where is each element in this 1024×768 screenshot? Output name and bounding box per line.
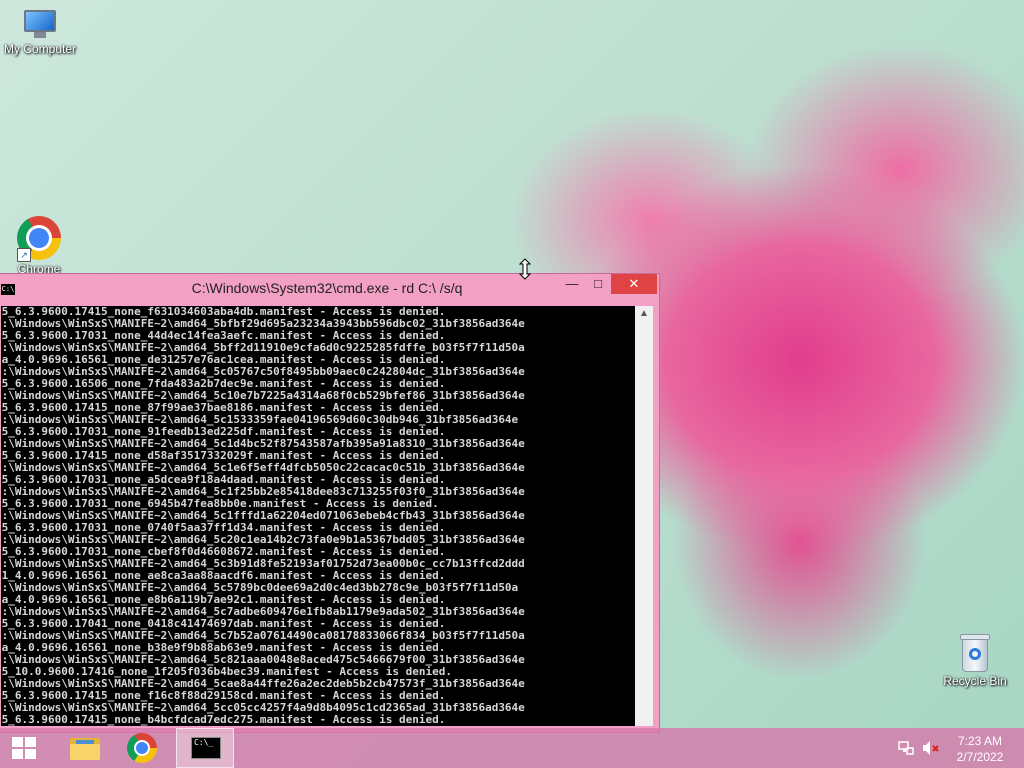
taskbar: C:\_ [0,728,1024,768]
cmd-icon: C:\_ [191,737,221,759]
chrome-icon [127,733,157,763]
close-button[interactable]: ✕ [611,274,657,294]
recycle-bin-icon [960,632,990,672]
volume-muted-icon[interactable] [922,740,940,756]
console-line: 95_6.3.9600.17415_none_b4bcfdcad7edc275.… [1,713,446,726]
vertical-scrollbar[interactable]: ▲ [635,306,653,726]
desktop-icon-recycle-bin[interactable]: Recycle Bin [935,632,1015,688]
resize-cursor-icon [518,258,532,280]
desktop-icon-my-computer[interactable]: My Computer [0,10,80,56]
start-button[interactable] [0,728,48,768]
shortcut-arrow-icon: ↗ [17,248,31,262]
windows-logo-icon [12,737,36,759]
system-clock[interactable]: 7:23 AM 2/7/2022 [950,733,1010,765]
minimize-button[interactable]: — [559,274,585,294]
cmd-window[interactable]: C:\ C:\Windows\System32\cmd.exe - rd C:\… [0,273,660,733]
cmd-titlebar[interactable]: C:\ C:\Windows\System32\cmd.exe - rd C:\… [0,274,659,304]
clock-time: 7:23 AM [957,734,1003,748]
taskbar-chrome[interactable] [114,728,172,768]
scroll-up-icon[interactable]: ▲ [635,306,653,322]
console-output[interactable]: 95_6.3.9600.17415_none_f631034603aba4db.… [1,306,635,726]
network-icon[interactable] [898,740,914,756]
folder-icon [70,736,100,760]
desktop-icon-chrome[interactable]: ↗ Chrome [0,216,79,276]
desktop-icon-label: My Computer [3,42,77,56]
taskbar-file-explorer[interactable] [52,728,110,768]
taskbar-cmd[interactable]: C:\_ [176,728,234,768]
maximize-button[interactable]: □ [585,274,611,294]
computer-icon [20,10,60,40]
desktop-icon-label: Recycle Bin [943,674,1007,688]
clock-date: 2/7/2022 [956,750,1004,764]
